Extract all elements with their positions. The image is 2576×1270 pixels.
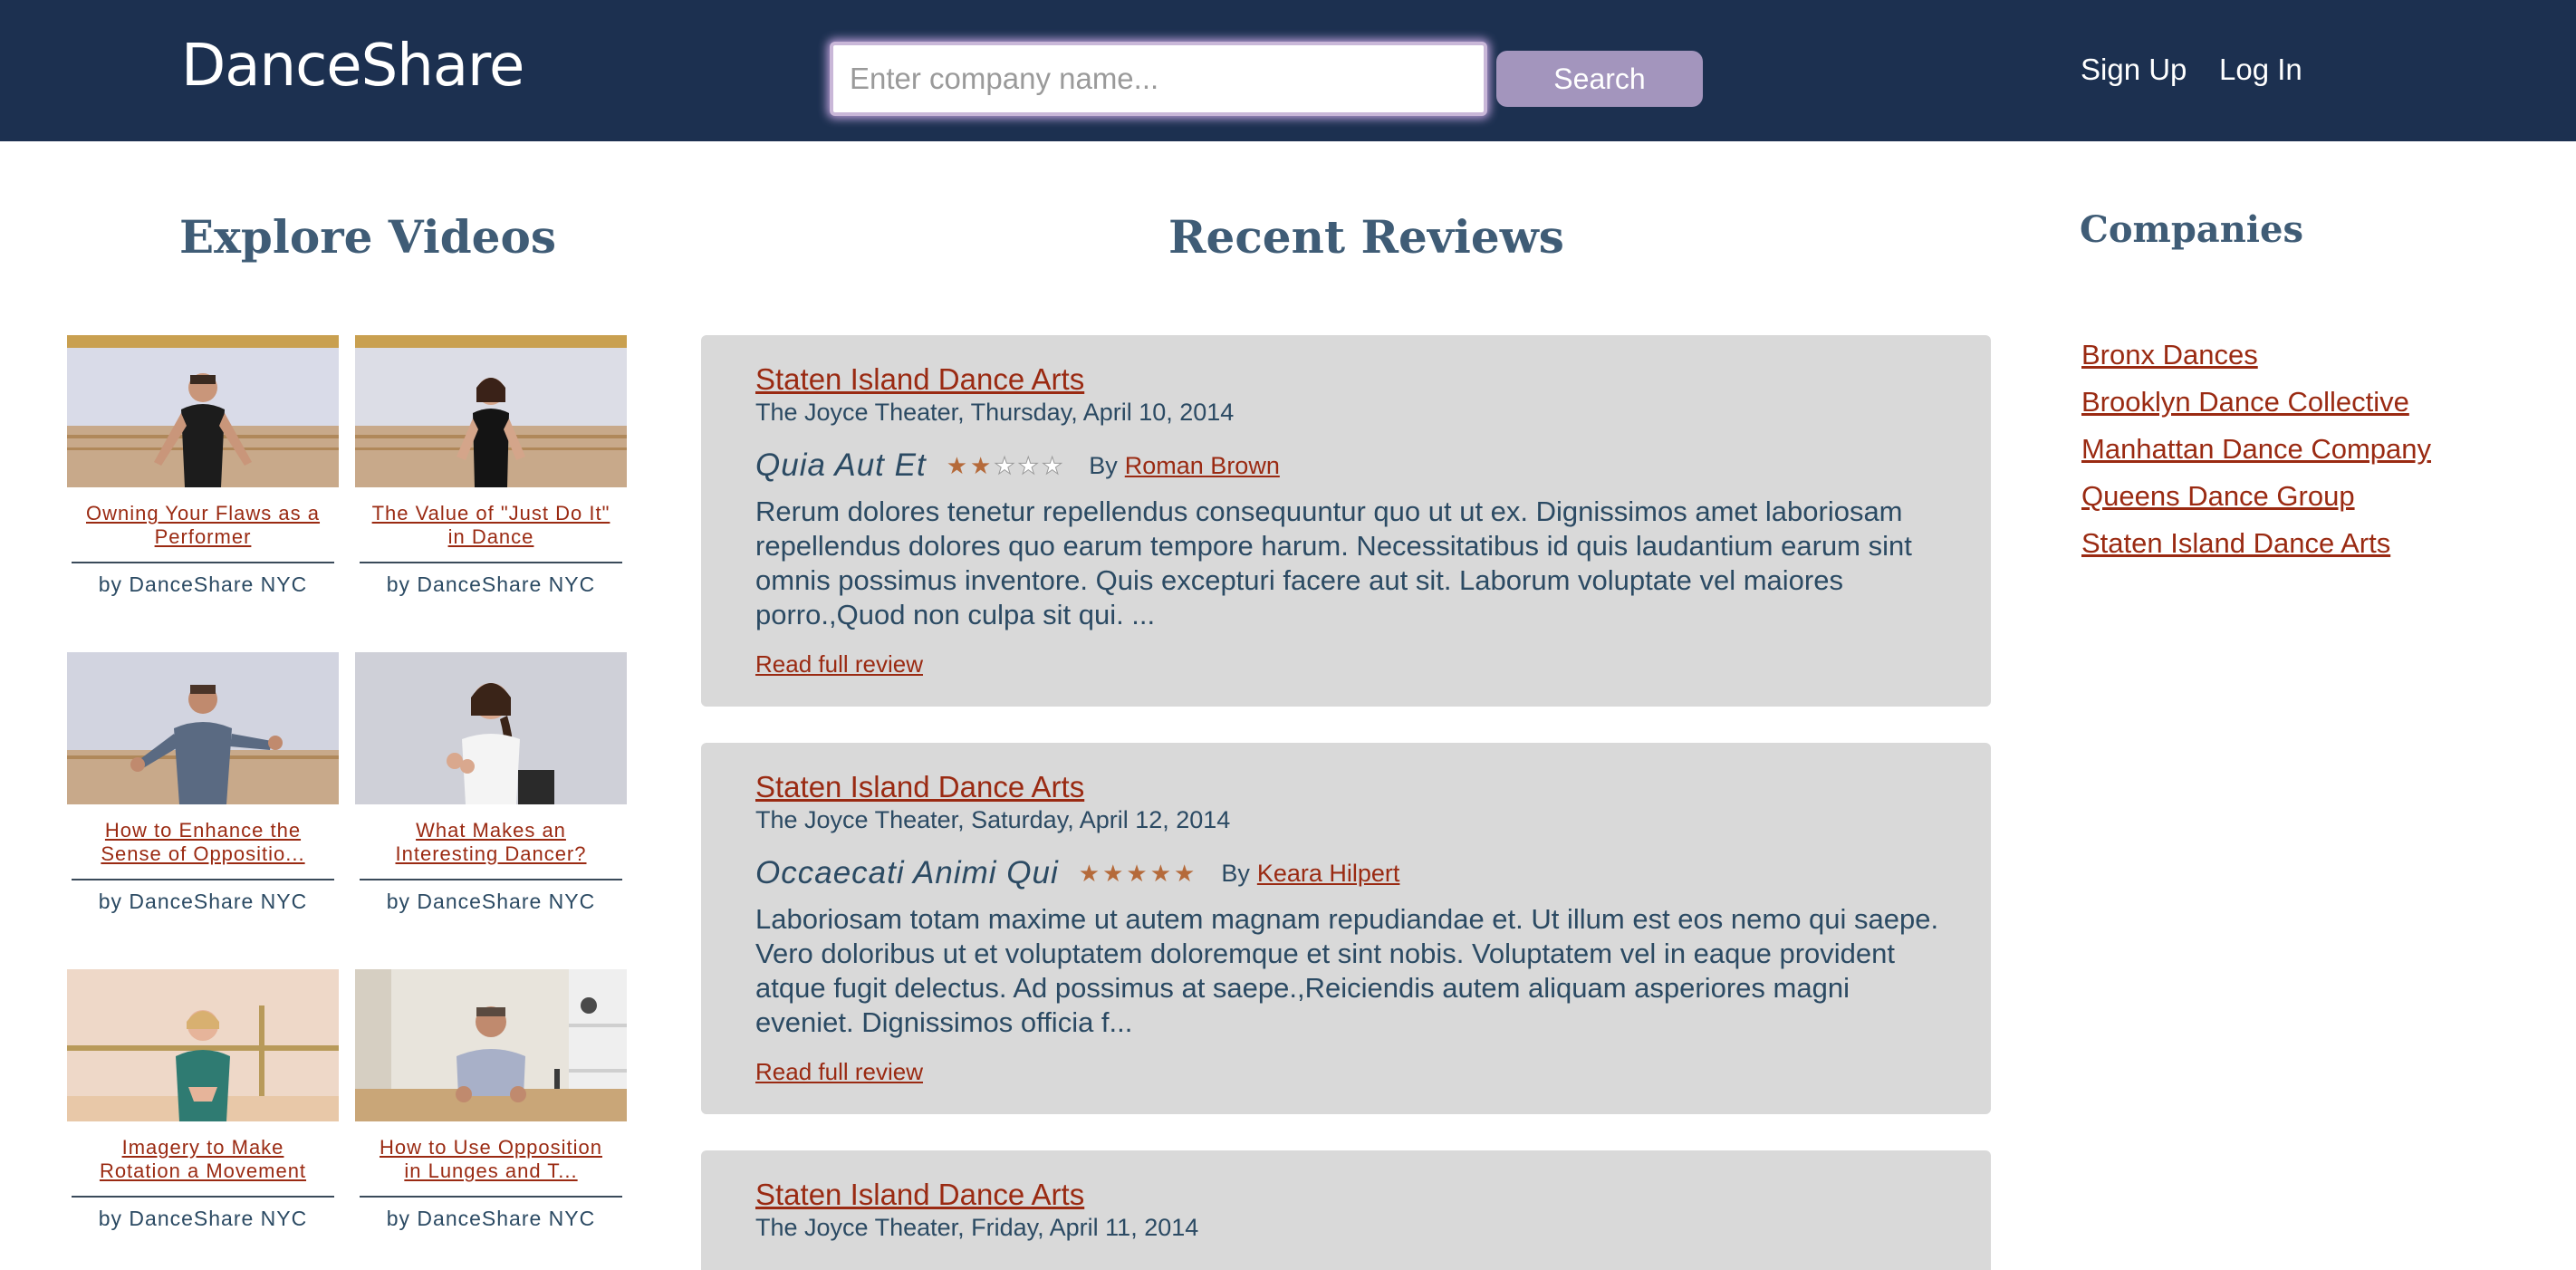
video-divider <box>72 879 334 880</box>
login-link[interactable]: Log In <box>2219 53 2302 87</box>
star-filled-icon: ★ <box>1126 860 1148 887</box>
video-title-link[interactable]: How to Use Opposition in Lunges and T... <box>355 1136 627 1183</box>
company-link[interactable]: Queens Dance Group <box>2081 473 2431 520</box>
video-title-link[interactable]: Imagery to Make Rotation a Movement <box>67 1136 339 1183</box>
video-title-link[interactable]: Owning Your Flaws as a Performer <box>67 502 339 549</box>
video-thumbnail[interactable] <box>355 969 627 1121</box>
video-divider <box>360 879 622 880</box>
review-card: Staten Island Dance Arts The Joyce Theat… <box>701 335 1991 707</box>
star-empty-icon: ★ <box>994 452 1015 479</box>
site-logo[interactable]: DanceShare <box>181 33 524 100</box>
review-by-label: By <box>1089 451 1118 479</box>
review-excerpt: Rerum dolores tenetur repellendus conseq… <box>755 495 1912 630</box>
review-author-link[interactable]: Keara Hilpert <box>1257 860 1400 888</box>
review-company-link[interactable]: Staten Island Dance Arts <box>755 1178 1084 1212</box>
video-card: How to Enhance the Sense of Oppositio... … <box>67 652 339 914</box>
star-filled-icon: ★ <box>1078 860 1101 887</box>
review-company-link[interactable]: Staten Island Dance Arts <box>755 362 1084 397</box>
review-venue-date: The Joyce Theater, Friday, April 11, 201… <box>755 1214 1199 1241</box>
video-author: by DanceShare NYC <box>98 890 308 913</box>
video-author: by DanceShare NYC <box>386 572 596 596</box>
star-empty-icon: ★ <box>1017 452 1039 479</box>
video-author: by DanceShare NYC <box>386 1207 596 1230</box>
video-author: by DanceShare NYC <box>98 572 308 596</box>
star-filled-icon: ★ <box>1149 860 1172 887</box>
search-button[interactable]: Search <box>1496 51 1703 107</box>
review-venue-date: The Joyce Theater, Thursday, April 10, 2… <box>755 399 1235 426</box>
video-title-link[interactable]: The Value of "Just Do It" in Dance <box>355 502 627 549</box>
video-thumbnail[interactable] <box>355 652 627 804</box>
company-link[interactable]: Manhattan Dance Company <box>2081 426 2431 473</box>
companies-heading: Companies <box>2080 208 2303 251</box>
star-empty-icon: ★ <box>1041 452 1063 479</box>
review-headline: Quia Aut Et ★ ★ ★ ★ ★ By Roman Brown <box>755 447 1280 484</box>
signup-link[interactable]: Sign Up <box>2081 53 2187 87</box>
read-full-review-link[interactable]: Read full review <box>755 1058 923 1086</box>
review-title: Occaecati Animi Qui <box>755 855 1059 890</box>
star-filled-icon: ★ <box>1102 860 1124 887</box>
star-filled-icon: ★ <box>1174 860 1196 887</box>
video-author: by DanceShare NYC <box>98 1207 308 1230</box>
review-company-link[interactable]: Staten Island Dance Arts <box>755 770 1084 804</box>
recent-reviews-heading: Recent Reviews <box>1168 210 1564 264</box>
video-card: What Makes an Interesting Dancer? by Danc… <box>355 652 627 914</box>
star-rating: ★ ★ ★ ★ ★ <box>1079 861 1198 885</box>
star-filled-icon: ★ <box>970 452 992 479</box>
top-navbar: DanceShare Search Sign Up Log In <box>0 0 2576 141</box>
review-author-link[interactable]: Roman Brown <box>1125 452 1280 480</box>
video-thumbnail[interactable] <box>67 335 339 487</box>
review-headline: Occaecati Animi Qui ★ ★ ★ ★ ★ By Keara Hilpe… <box>755 855 1399 891</box>
video-card: How to Use Opposition in Lunges and T... … <box>355 969 627 1231</box>
company-link[interactable]: Bronx Dances <box>2081 332 2431 379</box>
company-list: Bronx Dances Brooklyn Dance Collective M… <box>2081 332 2431 567</box>
video-divider <box>360 562 622 563</box>
video-thumbnail[interactable] <box>355 335 627 487</box>
review-card: Staten Island Dance Arts The Joyce Theat… <box>701 1150 1991 1270</box>
video-divider <box>72 1196 334 1198</box>
review-title: Quia Aut Et <box>755 447 927 483</box>
video-card: The Value of "Just Do It" in Dance by Dan… <box>355 335 627 597</box>
video-title-link[interactable]: What Makes an Interesting Dancer? <box>355 819 627 866</box>
video-author: by DanceShare NYC <box>386 890 596 913</box>
explore-videos-heading: Explore Videos <box>179 210 556 264</box>
company-link[interactable]: Brooklyn Dance Collective <box>2081 379 2431 426</box>
video-divider <box>72 562 334 563</box>
star-filled-icon: ★ <box>946 452 967 479</box>
video-card: Imagery to Make Rotation a Movement by Da… <box>67 969 339 1231</box>
video-divider <box>360 1196 622 1198</box>
review-card: Staten Island Dance Arts The Joyce Theat… <box>701 743 1991 1114</box>
video-card: Owning Your Flaws as a Performer by Dance… <box>67 335 339 597</box>
review-excerpt: Laboriosam totam maxime ut autem magnam … <box>755 903 1939 1038</box>
review-by-label: By <box>1221 859 1250 887</box>
video-thumbnail[interactable] <box>67 969 339 1121</box>
video-thumbnail[interactable] <box>67 652 339 804</box>
video-title-link[interactable]: How to Enhance the Sense of Oppositio... <box>67 819 339 866</box>
review-venue-date: The Joyce Theater, Saturday, April 12, 2… <box>755 806 1231 833</box>
star-rating: ★ ★ ★ ★ ★ <box>946 452 1066 479</box>
company-search-input[interactable] <box>830 42 1487 116</box>
read-full-review-link[interactable]: Read full review <box>755 650 923 678</box>
company-link[interactable]: Staten Island Dance Arts <box>2081 520 2431 567</box>
